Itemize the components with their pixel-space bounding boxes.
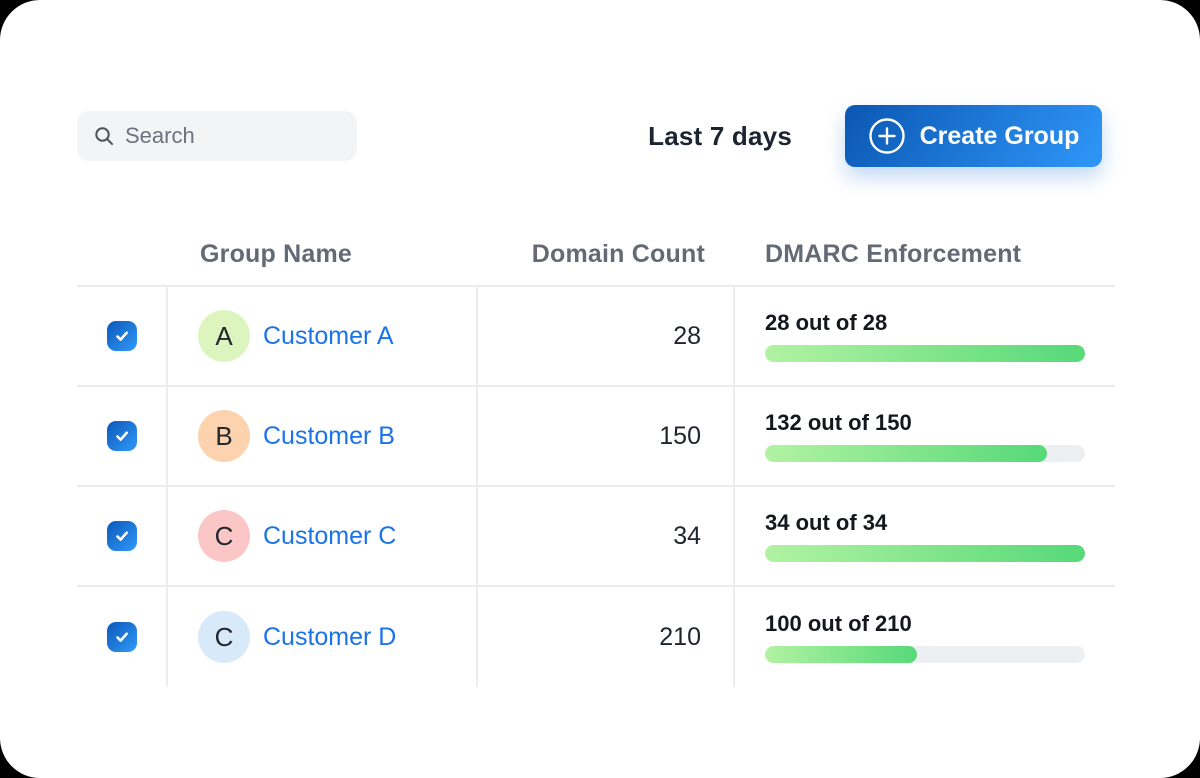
dmarc-progress-track (765, 545, 1085, 562)
row-dmarc-cell: 132 out of 150 (735, 387, 1115, 485)
domain-count-value: 150 (659, 422, 701, 451)
row-group-name-cell: A Customer A (168, 287, 478, 385)
customer-link[interactable]: Customer D (263, 623, 396, 652)
dmarc-progress-label: 132 out of 150 (765, 410, 1085, 436)
row-group-name-cell: B Customer B (168, 387, 478, 485)
table-header-row: Group Name Domain Count DMARC Enforcemen… (77, 225, 1115, 287)
dmarc-progress-fill (765, 545, 1085, 562)
create-group-button[interactable]: Create Group (845, 105, 1102, 167)
row-checkbox[interactable] (107, 521, 137, 551)
dmarc-progress-label: 28 out of 28 (765, 310, 1085, 336)
toolbar: Last 7 days Create Group (77, 105, 1102, 167)
header-dmarc-enforcement: DMARC Enforcement (735, 240, 1115, 285)
dmarc-progress-group: 132 out of 150 (765, 410, 1085, 462)
table-row: A Customer A 28 28 out of 28 (77, 287, 1115, 387)
row-checkbox-cell (77, 287, 168, 385)
row-domain-count-cell: 34 (478, 487, 735, 585)
groups-table: Group Name Domain Count DMARC Enforcemen… (77, 225, 1115, 687)
avatar: A (198, 310, 250, 362)
row-group-name-cell: C Customer C (168, 487, 478, 585)
avatar: C (198, 510, 250, 562)
row-dmarc-cell: 28 out of 28 (735, 287, 1115, 385)
avatar-letter: C (215, 622, 234, 653)
plus-circle-icon (868, 117, 906, 155)
table-row: B Customer B 150 132 out of 150 (77, 387, 1115, 487)
row-dmarc-cell: 100 out of 210 (735, 587, 1115, 687)
dmarc-progress-track (765, 445, 1085, 462)
avatar: B (198, 410, 250, 462)
row-checkbox-cell (77, 387, 168, 485)
row-checkbox-cell (77, 487, 168, 585)
dmarc-progress-label: 100 out of 210 (765, 611, 1085, 637)
row-checkbox[interactable] (107, 321, 137, 351)
row-checkbox[interactable] (107, 622, 137, 652)
customer-link[interactable]: Customer C (263, 522, 396, 551)
row-checkbox[interactable] (107, 421, 137, 451)
dmarc-progress-group: 100 out of 210 (765, 611, 1085, 663)
avatar-letter: A (215, 321, 232, 352)
header-checkbox-spacer (77, 269, 168, 285)
search-box[interactable] (77, 111, 357, 161)
create-group-label: Create Group (920, 122, 1080, 151)
row-dmarc-cell: 34 out of 34 (735, 487, 1115, 585)
dmarc-progress-fill (765, 445, 1047, 462)
checkmark-icon (113, 527, 131, 545)
dmarc-progress-label: 34 out of 34 (765, 510, 1085, 536)
customer-link[interactable]: Customer A (263, 322, 394, 351)
domain-count-value: 34 (673, 522, 701, 551)
dmarc-progress-track (765, 646, 1085, 663)
dmarc-progress-track (765, 345, 1085, 362)
checkmark-icon (113, 427, 131, 445)
dmarc-progress-fill (765, 646, 917, 663)
checkmark-icon (113, 628, 131, 646)
date-range-selector[interactable]: Last 7 days (648, 121, 792, 152)
row-checkbox-cell (77, 587, 168, 687)
dmarc-progress-group: 34 out of 34 (765, 510, 1085, 562)
header-group-name: Group Name (168, 240, 478, 285)
dmarc-progress-group: 28 out of 28 (765, 310, 1085, 362)
avatar-letter: C (215, 521, 234, 552)
search-input[interactable] (125, 123, 341, 149)
app-card: Last 7 days Create Group Group Name Doma… (0, 0, 1200, 778)
row-domain-count-cell: 210 (478, 587, 735, 687)
avatar: C (198, 611, 250, 663)
customer-link[interactable]: Customer B (263, 422, 395, 451)
table-row: C Customer D 210 100 out of 210 (77, 587, 1115, 687)
row-domain-count-cell: 28 (478, 287, 735, 385)
domain-count-value: 210 (659, 623, 701, 652)
checkmark-icon (113, 327, 131, 345)
row-group-name-cell: C Customer D (168, 587, 478, 687)
row-domain-count-cell: 150 (478, 387, 735, 485)
table-row: C Customer C 34 34 out of 34 (77, 487, 1115, 587)
table-body: A Customer A 28 28 out of 28 (77, 287, 1115, 687)
dmarc-progress-fill (765, 345, 1085, 362)
domain-count-value: 28 (673, 322, 701, 351)
avatar-letter: B (215, 421, 232, 452)
search-icon (93, 125, 115, 147)
header-domain-count: Domain Count (478, 240, 735, 285)
